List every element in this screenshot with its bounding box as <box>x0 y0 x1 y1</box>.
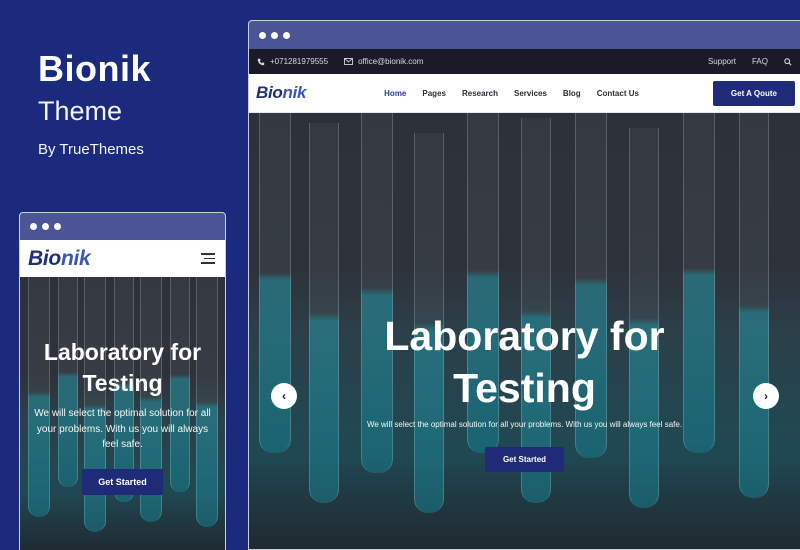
hero-title-line: Testing <box>453 365 596 412</box>
nav-item-blog[interactable]: Blog <box>563 89 581 98</box>
promo-byline: By TrueThemes <box>38 141 144 158</box>
desktop-hero-content: Laboratory for Testing We will select th… <box>249 310 800 473</box>
get-started-button[interactable]: Get Started <box>82 468 163 495</box>
hero-subtitle: We will select the optimal solution for … <box>34 408 211 451</box>
nav-item-research[interactable]: Research <box>462 89 498 98</box>
main-menu: Home Pages Research Services Blog Contac… <box>384 89 639 98</box>
window-dot <box>54 223 61 230</box>
site-logo[interactable]: Bionik <box>28 246 91 271</box>
window-titlebar <box>249 21 800 49</box>
site-logo[interactable]: Bionik <box>256 83 306 103</box>
hero-title: Laboratory for Testing <box>249 310 800 414</box>
email-contact[interactable]: office@bionik.com <box>344 57 423 66</box>
promo-subtitle: Theme <box>38 96 123 126</box>
window-dot <box>259 31 266 39</box>
mobile-hero: Laboratory for Testing We will select th… <box>20 277 225 550</box>
hero-subtitle: We will select the optimal solution for … <box>366 420 683 430</box>
promo-block: Bionik Theme By TrueThemes <box>38 48 151 158</box>
nav-item-home[interactable]: Home <box>384 89 406 98</box>
mobile-navbar: Bionik <box>20 240 225 277</box>
desktop-preview-window: +071281979555 office@bionik.com Support … <box>248 20 800 550</box>
window-dot <box>30 223 37 230</box>
email-address: office@bionik.com <box>358 57 424 66</box>
hero-title: Laboratory for Testing <box>20 337 225 399</box>
support-link[interactable]: Support <box>708 57 736 66</box>
get-quote-button[interactable]: Get A Qoute <box>712 80 795 106</box>
faq-link[interactable]: FAQ <box>752 57 768 66</box>
hamburger-icon[interactable] <box>201 253 215 264</box>
contact-topbar: +071281979555 office@bionik.com Support … <box>249 49 800 74</box>
search-icon[interactable] <box>784 57 792 66</box>
mobile-hero-content: Laboratory for Testing We will select th… <box>20 337 225 495</box>
nav-item-services[interactable]: Services <box>514 89 547 98</box>
get-started-button[interactable]: Get Started <box>484 447 565 473</box>
logo-accent-text: nik <box>60 246 91 270</box>
hero-title-line: Laboratory for <box>384 313 665 359</box>
logo-accent-text: nik <box>282 83 307 102</box>
mobile-preview-window: Bionik Laboratory for Testing We will se… <box>19 212 226 550</box>
logo-text: Bio <box>28 246 61 270</box>
promo-brand: Bionik <box>38 48 152 89</box>
window-titlebar <box>20 213 225 240</box>
phone-number: +071281979555 <box>270 57 329 66</box>
hero-title-line: Testing <box>82 370 163 397</box>
nav-item-pages[interactable]: Pages <box>422 89 446 98</box>
hero-title-line: Laboratory for <box>43 339 202 365</box>
nav-item-contact-us[interactable]: Contact Us <box>597 89 639 98</box>
mail-icon <box>344 58 353 65</box>
window-dot <box>271 31 278 39</box>
desktop-hero: ‹ › Laboratory for Testing We will selec… <box>249 113 800 549</box>
phone-icon <box>257 58 265 65</box>
window-dot <box>283 31 290 39</box>
logo-text: Bio <box>256 83 283 102</box>
window-dot <box>42 223 49 230</box>
phone-contact[interactable]: +071281979555 <box>257 57 328 66</box>
desktop-navbar: Bionik Home Pages Research Services Blog… <box>249 74 800 113</box>
